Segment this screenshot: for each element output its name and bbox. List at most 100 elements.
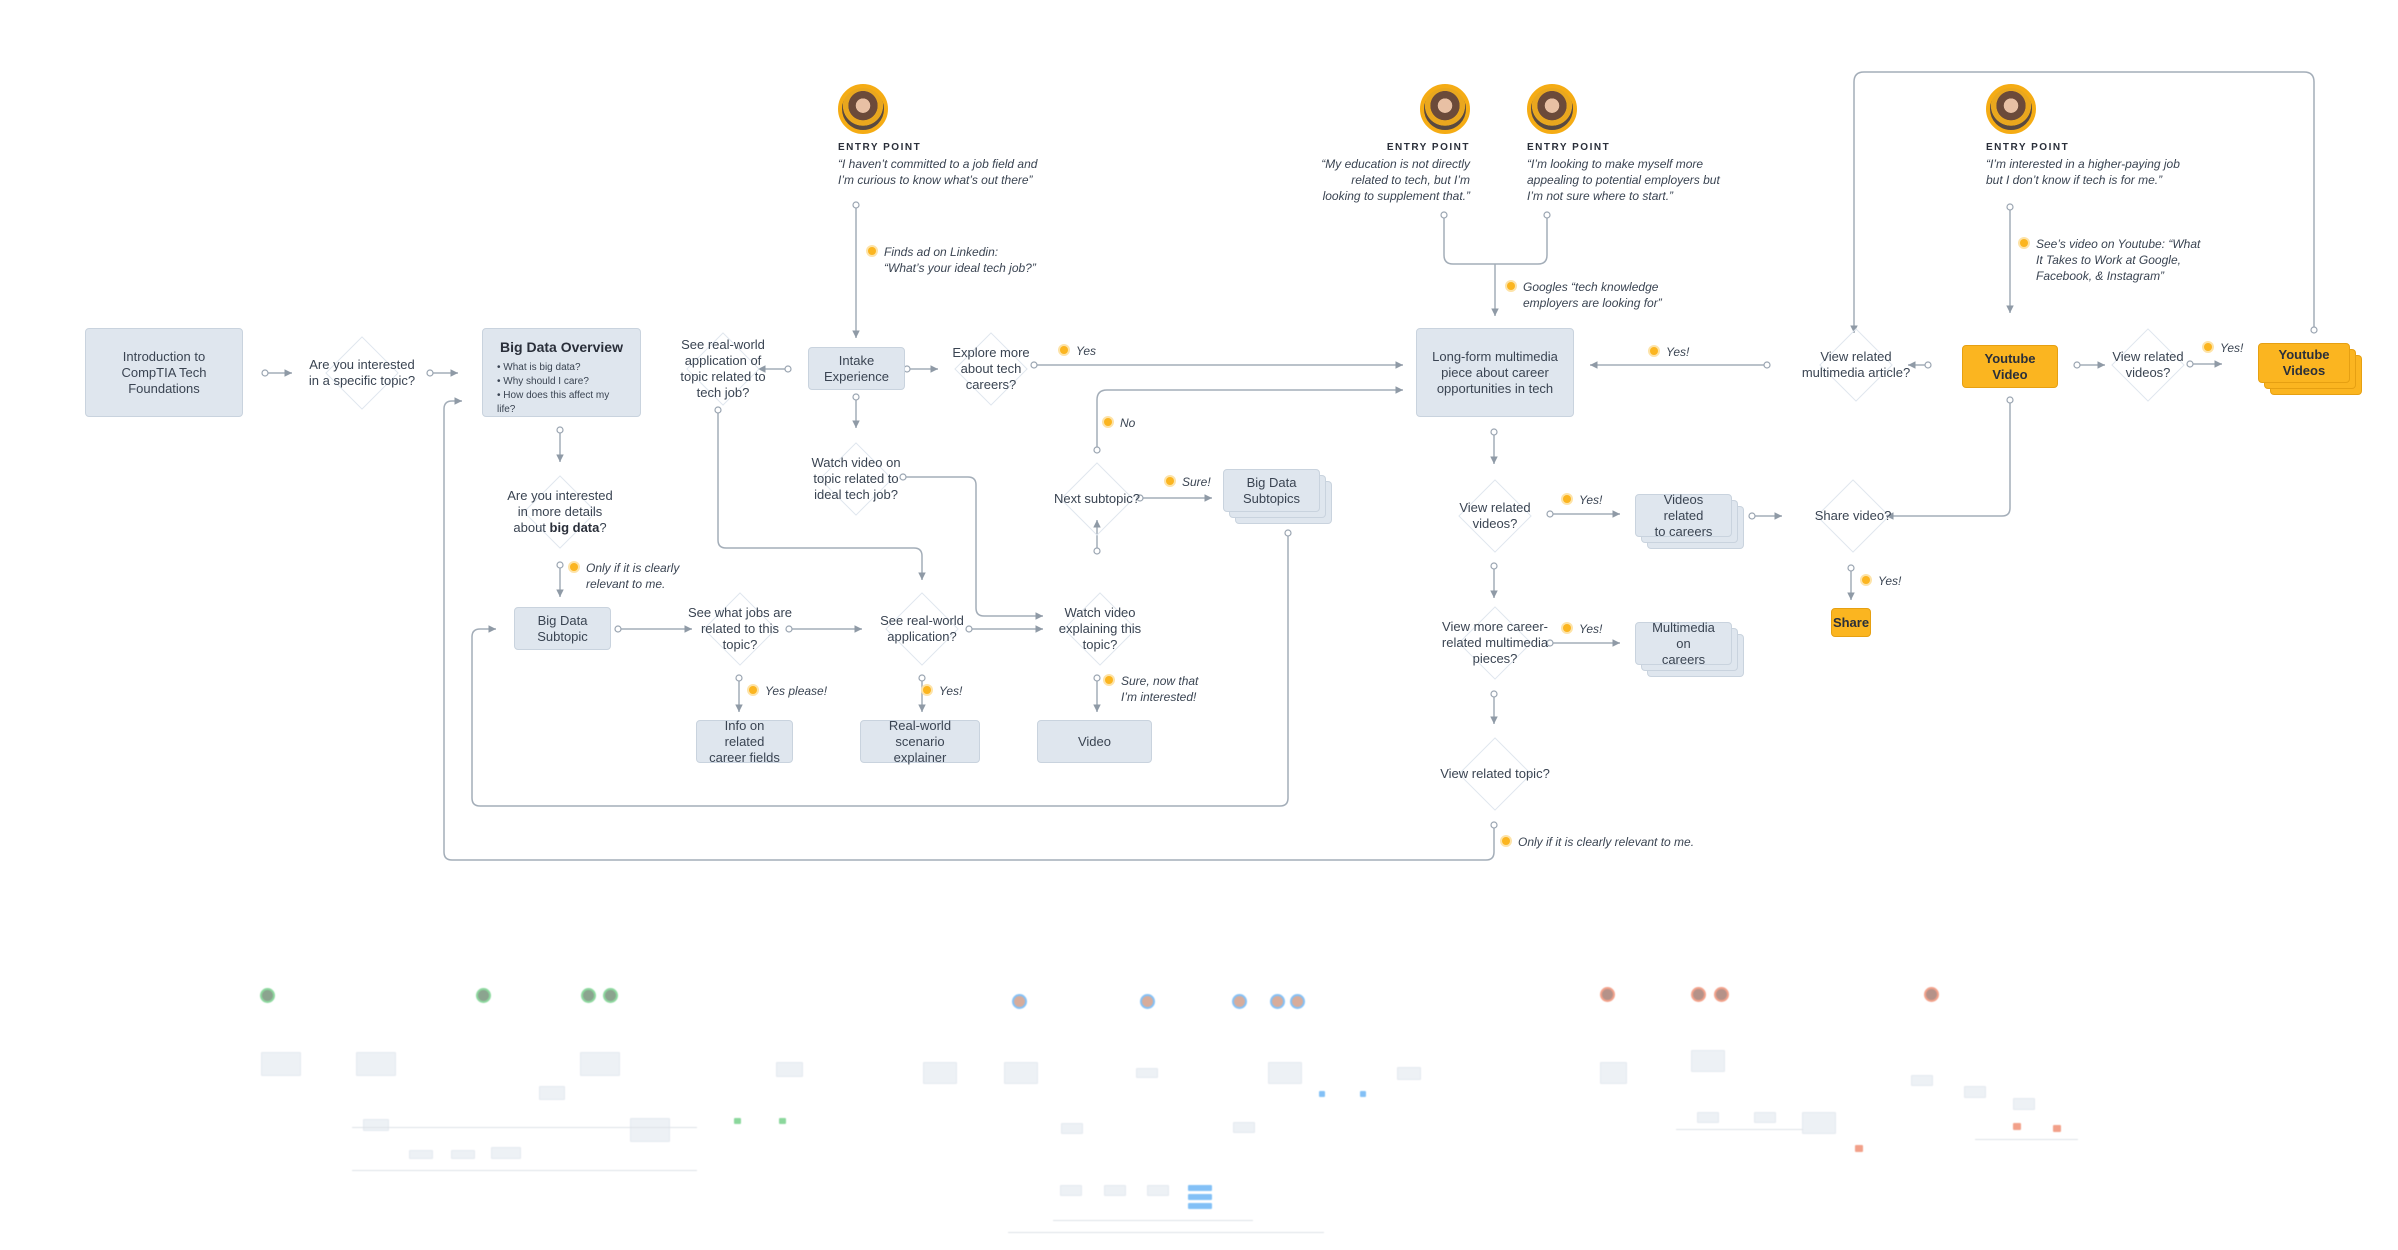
thumb-accent xyxy=(1855,1145,1863,1152)
label-yes-yt-videos: Yes! xyxy=(2204,340,2243,356)
thumb-accent xyxy=(2013,1123,2021,1130)
node-realworld-explainer[interactable]: Real-world scenario explainer xyxy=(860,718,980,765)
node-video[interactable]: Video xyxy=(1037,720,1152,763)
label-yes-share: Yes! xyxy=(1862,573,1901,589)
node-youtube-videos[interactable]: Youtube Videos xyxy=(2258,343,2350,383)
label-yes-longform: Yes! xyxy=(1650,344,1689,360)
thumb-avatar xyxy=(478,990,489,1001)
thumb-avatar xyxy=(1292,996,1303,1007)
thumb-avatar xyxy=(1234,996,1245,1007)
thumb-line xyxy=(352,1170,697,1171)
thumb-node xyxy=(580,1052,620,1076)
entry-point-heading: ENTRY POINT xyxy=(1986,142,2070,153)
decision-see-realworld[interactable]: See real-world application? xyxy=(872,592,972,666)
thumb-node xyxy=(1060,1185,1082,1196)
thumb-node xyxy=(363,1119,389,1131)
thumb-node xyxy=(1136,1068,1158,1078)
dot-icon xyxy=(2204,343,2212,351)
thumb-avatar xyxy=(1716,989,1727,1000)
thumb-node xyxy=(923,1062,957,1084)
dot-icon xyxy=(570,563,578,571)
entry-point-heading: ENTRY POINT xyxy=(838,142,922,153)
node-videos-related-careers[interactable]: Videos related to careers xyxy=(1635,492,1732,539)
entry-point-quote: “I’m looking to make myself more appealin… xyxy=(1527,157,1720,203)
thumb-node xyxy=(356,1052,396,1076)
thumbnail-map-3[interactable] xyxy=(1600,985,2160,1185)
node-youtube-video[interactable]: Youtube Video xyxy=(1962,345,2058,388)
dot-icon xyxy=(2020,239,2028,247)
persona-avatar xyxy=(838,84,888,134)
entry-point-quote: “I haven’t committed to a job field and I… xyxy=(838,157,1038,187)
thumb-avatar xyxy=(1142,996,1153,1007)
label-sure: Sure! xyxy=(1166,474,1211,490)
label-no: No xyxy=(1104,415,1135,431)
persona-avatar xyxy=(1986,84,2036,134)
node-intake-experience[interactable]: Intake Experience xyxy=(808,347,905,390)
label-only-if: Only if it is clearly relevant to me. xyxy=(570,560,679,592)
wire-next-longform xyxy=(1096,386,1403,450)
node-big-data-subtopic[interactable]: Big Data Subtopic xyxy=(514,607,611,650)
thumb-node xyxy=(1061,1123,1083,1134)
decision-view-related-topic[interactable]: View related topic? xyxy=(1430,737,1560,811)
node-longform-multimedia[interactable]: Long-form multimedia piece about career op… xyxy=(1416,328,1574,417)
thumb-accent xyxy=(1319,1091,1325,1097)
label-only-if-long: Only if it is clearly relevant to me. xyxy=(1502,834,1694,850)
node-big-data-subtopics[interactable]: Big Data Subtopics xyxy=(1223,469,1320,512)
label-finds-ad: Finds ad on Linkedin: “What’s your ideal … xyxy=(868,244,1036,276)
thumbnail-map-2[interactable] xyxy=(922,992,1502,1242)
thumb-line xyxy=(1008,1232,1324,1233)
thumb-node xyxy=(1104,1185,1126,1196)
decision-see-realworld-tech[interactable]: See real-world application of topic relate… xyxy=(668,332,778,406)
thumb-avatar xyxy=(1272,996,1283,1007)
dot-icon xyxy=(1166,477,1174,485)
decision-specific-topic[interactable]: Are you interested in a specific topic? xyxy=(302,336,422,410)
entry-point-3: ENTRY POINT “I’m looking to make myself … xyxy=(1527,84,1720,204)
thumb-node xyxy=(776,1062,803,1077)
decision-view-more-career[interactable]: View more career-related multimedia piece… xyxy=(1435,606,1555,680)
dot-icon xyxy=(1862,576,1870,584)
flowchart-canvas: ENTRY POINT “I haven’t committed to a jo… xyxy=(0,0,2398,1250)
dot-icon xyxy=(1060,346,1068,354)
node-info-career-fields[interactable]: Info on related career fields xyxy=(696,718,793,765)
thumbnail-map-1[interactable] xyxy=(255,985,835,1185)
decision-more-details[interactable]: Are you interested in more details about … xyxy=(500,475,620,549)
thumb-accent xyxy=(2053,1125,2061,1132)
decision-view-related-article[interactable]: View related multimedia article? xyxy=(1791,328,1921,402)
decision-watch-video-ideal[interactable]: Watch video on topic related to ideal tech… xyxy=(801,442,911,516)
thumb-avatar xyxy=(1926,989,1937,1000)
thumb-node xyxy=(1964,1086,1986,1098)
dot-icon xyxy=(1502,837,1510,845)
decision-see-jobs[interactable]: See what jobs are related to this topic? xyxy=(685,592,795,666)
node-intro[interactable]: Introduction to CompTIA Tech Foundations xyxy=(85,328,243,417)
thumb-node xyxy=(1697,1112,1719,1123)
label-yes-multimedia: Yes! xyxy=(1563,621,1602,637)
thumb-node xyxy=(1911,1075,1933,1086)
decision-next-subtopic[interactable]: Next subtopic? xyxy=(1042,462,1152,536)
overview-title: Big Data Overview xyxy=(500,339,623,355)
thumb-line xyxy=(1975,1139,2078,1140)
label-sees-video: See’s video on Youtube: “What It Takes to… xyxy=(2020,236,2200,284)
label-googles: Googles “tech knowledge employers are loo… xyxy=(1507,279,1662,311)
thumb-accent xyxy=(734,1118,741,1124)
decision-watch-explaining[interactable]: Watch video explaining this topic? xyxy=(1050,592,1150,666)
decision-share-video[interactable]: Share video? xyxy=(1803,479,1903,553)
decision-view-related-videos[interactable]: View related videos? xyxy=(1445,479,1545,553)
label-yes-videos: Yes! xyxy=(1563,492,1602,508)
node-multimedia-careers[interactable]: Multimedia on careers xyxy=(1635,620,1732,667)
entry-point-quote: “My education is not directly related to … xyxy=(1321,157,1470,203)
label-yes-realworld: Yes! xyxy=(923,683,962,699)
dot-icon xyxy=(1507,282,1515,290)
dot-icon xyxy=(868,247,876,255)
persona-avatar xyxy=(1420,84,1470,134)
decision-view-related-videos-yt[interactable]: View related videos? xyxy=(2103,328,2193,402)
wire-yt-share xyxy=(1886,400,2011,520)
entry-point-4: ENTRY POINT “I’m interested in a higher-… xyxy=(1986,84,2180,188)
decision-explore-more[interactable]: Explore more about tech careers? xyxy=(941,332,1041,406)
thumb-node xyxy=(1268,1062,1302,1084)
thumb-node xyxy=(491,1147,521,1159)
entry-point-quote: “I’m interested in a higher-paying job bu… xyxy=(1986,157,2180,187)
entry-point-1: ENTRY POINT “I haven’t committed to a jo… xyxy=(838,84,1037,188)
node-share[interactable]: Share xyxy=(1831,608,1871,637)
node-big-data-overview[interactable]: Big Data Overview What is big data? Why … xyxy=(482,328,641,417)
thumb-avatar xyxy=(605,990,616,1001)
